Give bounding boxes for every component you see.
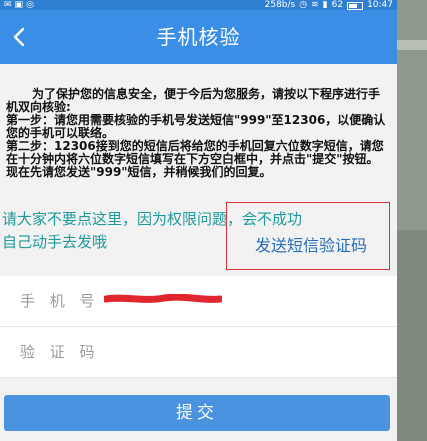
battery-icon <box>347 2 364 10</box>
verification-form: 手 机 号 验 证 码 <box>0 276 397 378</box>
strip-band <box>397 40 427 50</box>
battery-level: 62 <box>331 0 344 10</box>
redaction-scribble <box>104 294 222 303</box>
phone-row: 手 机 号 <box>0 276 397 327</box>
send-sms-code-link[interactable]: 发送短信验证码 <box>255 232 367 256</box>
status-time: 10:47 <box>367 0 393 10</box>
status-right: 258b/s ◷ ≋ ▮ 62 10:47 <box>265 0 393 10</box>
circle-icon: ◎ <box>26 0 34 10</box>
page-title: 手机核验 <box>156 25 241 49</box>
strip-band-lower <box>397 230 427 441</box>
verification-code-input[interactable] <box>110 337 384 369</box>
phone-label: 手 机 号 <box>20 292 100 310</box>
app-screen: ✉ ▣ ◎ 258b/s ◷ ≋ ▮ 62 10:47 手机核验 为了保护您的信… <box>0 0 397 441</box>
image-icon: ▣ <box>14 0 24 10</box>
signal-icon: ▮ <box>322 0 328 10</box>
nav-bar: 手机核验 <box>0 10 397 64</box>
status-left-icons: ✉ ▣ ◎ <box>4 0 34 10</box>
instructions-step1: 第一步：请您用需要核验的手机号发送短信"999"至12306，以便确认您的手机可… <box>6 113 386 140</box>
alarm-icon: ◷ <box>299 0 308 10</box>
instructions-step2: 第二步：12306接到您的短信后将给您的手机回复六位数字短信，请您在十分钟内将六… <box>6 139 384 179</box>
wifi-icon: ≋ <box>311 0 319 10</box>
status-bar: ✉ ▣ ◎ 258b/s ◷ ≋ ▮ 62 10:47 <box>0 0 397 10</box>
submit-button[interactable]: 提交 <box>4 395 390 431</box>
code-label: 验 证 码 <box>20 343 100 361</box>
code-row: 验 证 码 <box>0 327 397 378</box>
instructions-text: 为了保护您的信息安全，便于今后为您服务，请按以下程序进行手机双向核验: 第一步：… <box>6 88 386 179</box>
mail-icon: ✉ <box>4 0 12 10</box>
network-speed: 258b/s <box>264 0 296 10</box>
instructions-intro: 为了保护您的信息安全，便于今后为您服务，请按以下程序进行手机双向核验: <box>6 87 381 114</box>
background-window-strip <box>397 0 427 441</box>
